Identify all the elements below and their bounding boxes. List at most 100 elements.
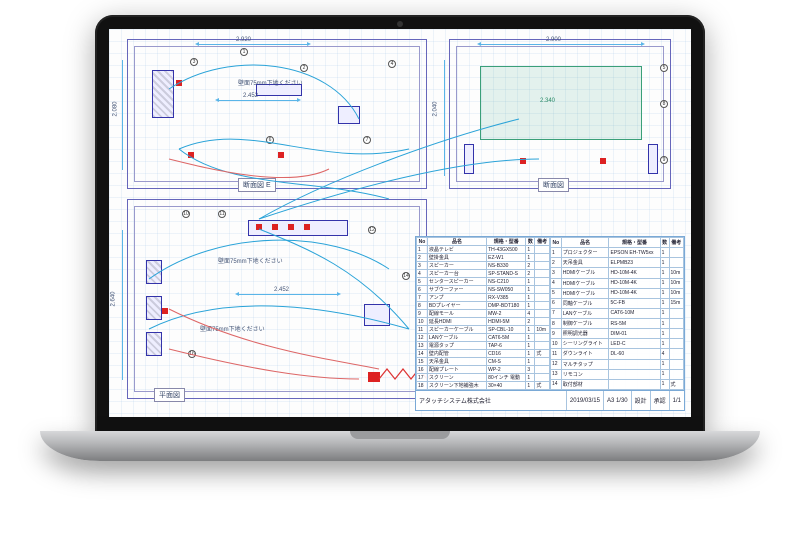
table-row: 8制御ケーブルRS-5M1 [551,319,684,329]
dimension-label: 2.340 [540,98,555,104]
table-row: 10延長HDMIHDMI-5M2 [417,318,550,326]
parts-table-right: No品名規格・型番数備考1プロジェクターEPSON EH-TW5xx12天吊金具… [550,237,684,390]
marker-icon [304,224,310,230]
table-row: 15天吊金具CM-S1 [417,358,550,366]
table-row: 14取付部材1式 [551,379,684,389]
table-row: 5センタースピーカーNS-C2101 [417,278,550,286]
dimension-label: 2.452 [274,287,289,293]
callout-balloon: 6 [266,136,274,144]
av-shelf [248,220,348,236]
marker-icon [176,80,182,86]
callout-balloon: 1 [240,48,248,56]
dimension-label: 2.452 [243,93,258,99]
callout-balloon: 14 [402,272,410,280]
screen-panel [480,66,642,140]
marker-icon [162,308,168,314]
table-row: 4スピーカー台SP-STAND-S2 [417,270,550,278]
table-row: 16配線プレートWP-23 [417,366,550,374]
laptop-screen-bezel: 3 1 2 4 7 6 2.920 2.452 壁面75mm下地ください 2.0… [95,15,705,435]
dimension-line [480,44,642,45]
marker-icon [188,152,194,158]
table-row: 9配線モールMW-24 [417,310,550,318]
marker-icon [278,152,284,158]
dimension-line [238,294,338,295]
callout-balloon: 8 [660,100,668,108]
callout-balloon: 10 [182,210,190,218]
callout-balloon: 7 [363,136,371,144]
table-row: 12LANケーブルCAT6-5M1 [417,334,550,342]
table-row: 6サブウーファーNS-SW0501 [417,286,550,294]
callout-balloon: 2 [300,64,308,72]
table-row: 6同軸ケーブル5C-FB115m [551,298,684,308]
dimension-label: 2.640 [111,291,117,306]
dimension-line [444,60,445,176]
marker-icon [368,372,380,382]
callout-balloon: 16 [188,350,196,358]
note-label: 壁面75mm下地ください [200,324,265,333]
view-elevation-e: 3 1 2 4 7 6 2.920 2.452 壁面75mm下地ください 2.0… [127,39,427,189]
table-row: 4HDMIケーブルHD-10M-4K110m [551,278,684,288]
callout-balloon: 3 [190,58,198,66]
table-row: 5HDMIケーブルHD-10M-4K110m [551,288,684,298]
dimension-label: 2.920 [236,37,251,43]
marker-icon [600,158,606,164]
table-row: 11スピーカーケーブルSP-CBL-10110m [417,326,550,334]
note-label: 壁面75mm下地ください [238,78,303,87]
note-label: 壁面75mm下地ください [218,256,283,265]
parts-table-left: No品名規格・型番数備考1液晶テレビTH-43GX50012壁掛金具EZ-W11… [416,237,550,390]
view-title: 断面図 [538,178,569,192]
table-row: 8BDプレイヤーDMP-BDT1801 [417,302,550,310]
laptop-base [40,431,760,461]
callout-balloon: 12 [368,226,376,234]
dimension-label: 2.040 [433,101,439,116]
parts-table: No品名規格・型番数備考1液晶テレビTH-43GX50012壁掛金具EZ-W11… [415,236,685,391]
titleblock-date: 2019/03/15 [566,391,603,410]
table-row: 3HDMIケーブルHD-10M-4K110m [551,268,684,278]
view-front-elevation: 2.340 2.900 5 8 9 2.040 断面図 [449,39,671,189]
view-title: 平面図 [154,388,185,402]
dimension-label: 2.080 [113,101,119,116]
component-box [146,332,162,356]
view-plan: 10 11 12 14 16 壁面75mm下地ください 壁面75mm下地ください… [127,199,427,399]
table-row: 10シーリングライトLED-C1 [551,339,684,349]
marker-icon [288,224,294,230]
camera-dot [397,21,403,27]
company-name: アタッチシステム株式会社 [416,391,566,410]
titleblock-field: 設計 [631,391,650,410]
component-box [146,260,162,284]
table-row: 14壁内配管CD161式 [417,350,550,358]
titleblock-scale: A3 1/30 [603,391,631,410]
dimension-line [122,230,123,380]
callout-balloon: 11 [218,210,226,218]
component-box [338,106,360,124]
title-block: アタッチシステム株式会社 2019/03/15 A3 1/30 設計 承認 1/… [415,391,685,411]
titleblock-sheet: 1/1 [669,391,684,410]
projector [364,304,390,326]
table-row: 18スクリーン下地補強木30×401式 [417,382,550,390]
dimension-line [122,60,123,170]
table-row: 12マルチタップ1 [551,359,684,369]
dimension-label: 2.900 [546,37,561,43]
table-row: 13リモコン1 [551,369,684,379]
table-row: 2天吊金具ELPMB231 [551,258,684,268]
callout-balloon: 4 [388,60,396,68]
marker-icon [256,224,262,230]
table-row: 3スピーカーNS-B3302 [417,262,550,270]
view-title: 断面図 E [238,178,276,192]
callout-balloon: 9 [660,156,668,164]
equipment-rack [152,70,174,118]
dimension-line [198,44,308,45]
parts-list-block: No品名規格・型番数備考1液晶テレビTH-43GX50012壁掛金具EZ-W11… [415,236,685,411]
callout-balloon: 5 [660,64,668,72]
table-row: 9照明調光器DIM-011 [551,329,684,339]
laptop-mockup: 3 1 2 4 7 6 2.920 2.452 壁面75mm下地ください 2.0… [40,15,760,525]
speaker [648,144,658,174]
cad-drawing-canvas: 3 1 2 4 7 6 2.920 2.452 壁面75mm下地ください 2.0… [109,29,691,417]
marker-icon [520,158,526,164]
dimension-line [218,100,298,101]
marker-icon [272,224,278,230]
table-row: 11ダウンライトDL-604 [551,349,684,359]
table-row: 7LANケーブルCAT6-10M1 [551,308,684,318]
speaker [464,144,474,174]
table-row: 1液晶テレビTH-43GX5001 [417,246,550,254]
